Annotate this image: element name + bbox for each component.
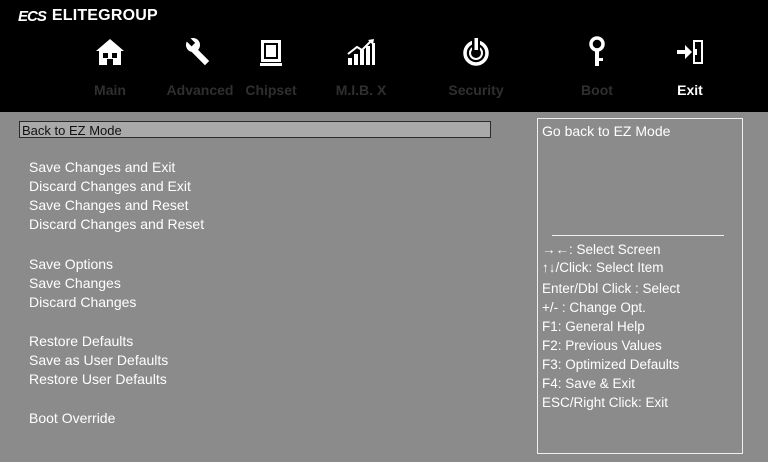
chart-icon bbox=[347, 39, 375, 65]
menu-item[interactable]: Save Options bbox=[29, 255, 113, 273]
menu-item[interactable]: Restore User Defaults bbox=[29, 370, 167, 388]
menu-item[interactable]: Discard Changes and Exit bbox=[29, 177, 191, 195]
help-divider bbox=[552, 235, 724, 236]
brand-name: ELITEGROUP bbox=[51, 7, 158, 24]
menu-item[interactable]: Save Changes and Reset bbox=[29, 196, 189, 214]
menu-item[interactable]: Save Changes bbox=[29, 274, 121, 292]
power-icon bbox=[463, 38, 489, 66]
tab-security[interactable]: Security bbox=[428, 36, 524, 112]
tab-label: M.I.B. X bbox=[335, 82, 387, 98]
tab-label: Boot bbox=[581, 82, 613, 98]
key-hint: Enter/Dbl Click : Select bbox=[542, 281, 681, 296]
key-hint: ESC/Right Click: Exit bbox=[542, 395, 669, 410]
home-icon bbox=[96, 39, 124, 65]
key-icon bbox=[589, 36, 605, 66]
menu-item[interactable]: Discard Changes and Reset bbox=[29, 215, 204, 233]
menu-item[interactable]: Save as User Defaults bbox=[29, 351, 168, 369]
key-hint: F4: Save & Exit bbox=[542, 376, 636, 391]
tab-exit[interactable]: Exit bbox=[642, 36, 738, 112]
key-hint: F3: Optimized Defaults bbox=[542, 357, 680, 372]
wrench-icon bbox=[185, 36, 210, 66]
tab-chipset[interactable]: Chipset bbox=[223, 36, 319, 112]
tab-boot[interactable]: Boot bbox=[549, 36, 645, 112]
logo-mark: ECS bbox=[18, 7, 47, 25]
tab-label: Exit bbox=[677, 82, 703, 98]
tab-mib-x[interactable]: M.I.B. X bbox=[313, 36, 409, 112]
menu-item-back-to-ez-mode[interactable]: Back to EZ Mode bbox=[19, 121, 491, 138]
key-hint: F1: General Help bbox=[542, 319, 645, 334]
tab-label: Main bbox=[94, 82, 126, 98]
tab-main[interactable]: Main bbox=[62, 36, 158, 112]
menu-item[interactable]: Restore Defaults bbox=[29, 332, 133, 350]
menu-item[interactable]: Save Changes and Exit bbox=[29, 158, 175, 176]
chip-icon bbox=[260, 40, 282, 66]
key-hint: ↑↓/Click: Select Item bbox=[542, 260, 664, 275]
tab-label: Chipset bbox=[245, 82, 297, 98]
top-bar: ECS ELITEGROUP Main Advanced Chipset M.I… bbox=[0, 0, 768, 112]
tab-label: Security bbox=[448, 82, 504, 98]
help-panel: Go back to EZ Mode →←: Select Screen ↑↓/… bbox=[537, 118, 743, 454]
help-description: Go back to EZ Mode bbox=[542, 123, 671, 139]
exit-menu-panel: Back to EZ Mode Save Changes and Exit Di… bbox=[12, 112, 522, 457]
menu-item[interactable]: Discard Changes bbox=[29, 293, 136, 311]
bios-screen: ECS ELITEGROUP Main Advanced Chipset M.I… bbox=[0, 0, 768, 462]
key-hint: +/- : Change Opt. bbox=[542, 300, 646, 315]
menu-item[interactable]: Boot Override bbox=[29, 409, 115, 427]
key-hint: F2: Previous Values bbox=[542, 338, 662, 353]
exit-icon bbox=[677, 40, 703, 64]
ecs-logo: ECS ELITEGROUP bbox=[18, 4, 158, 28]
key-hint: →←: Select Screen bbox=[542, 242, 661, 257]
